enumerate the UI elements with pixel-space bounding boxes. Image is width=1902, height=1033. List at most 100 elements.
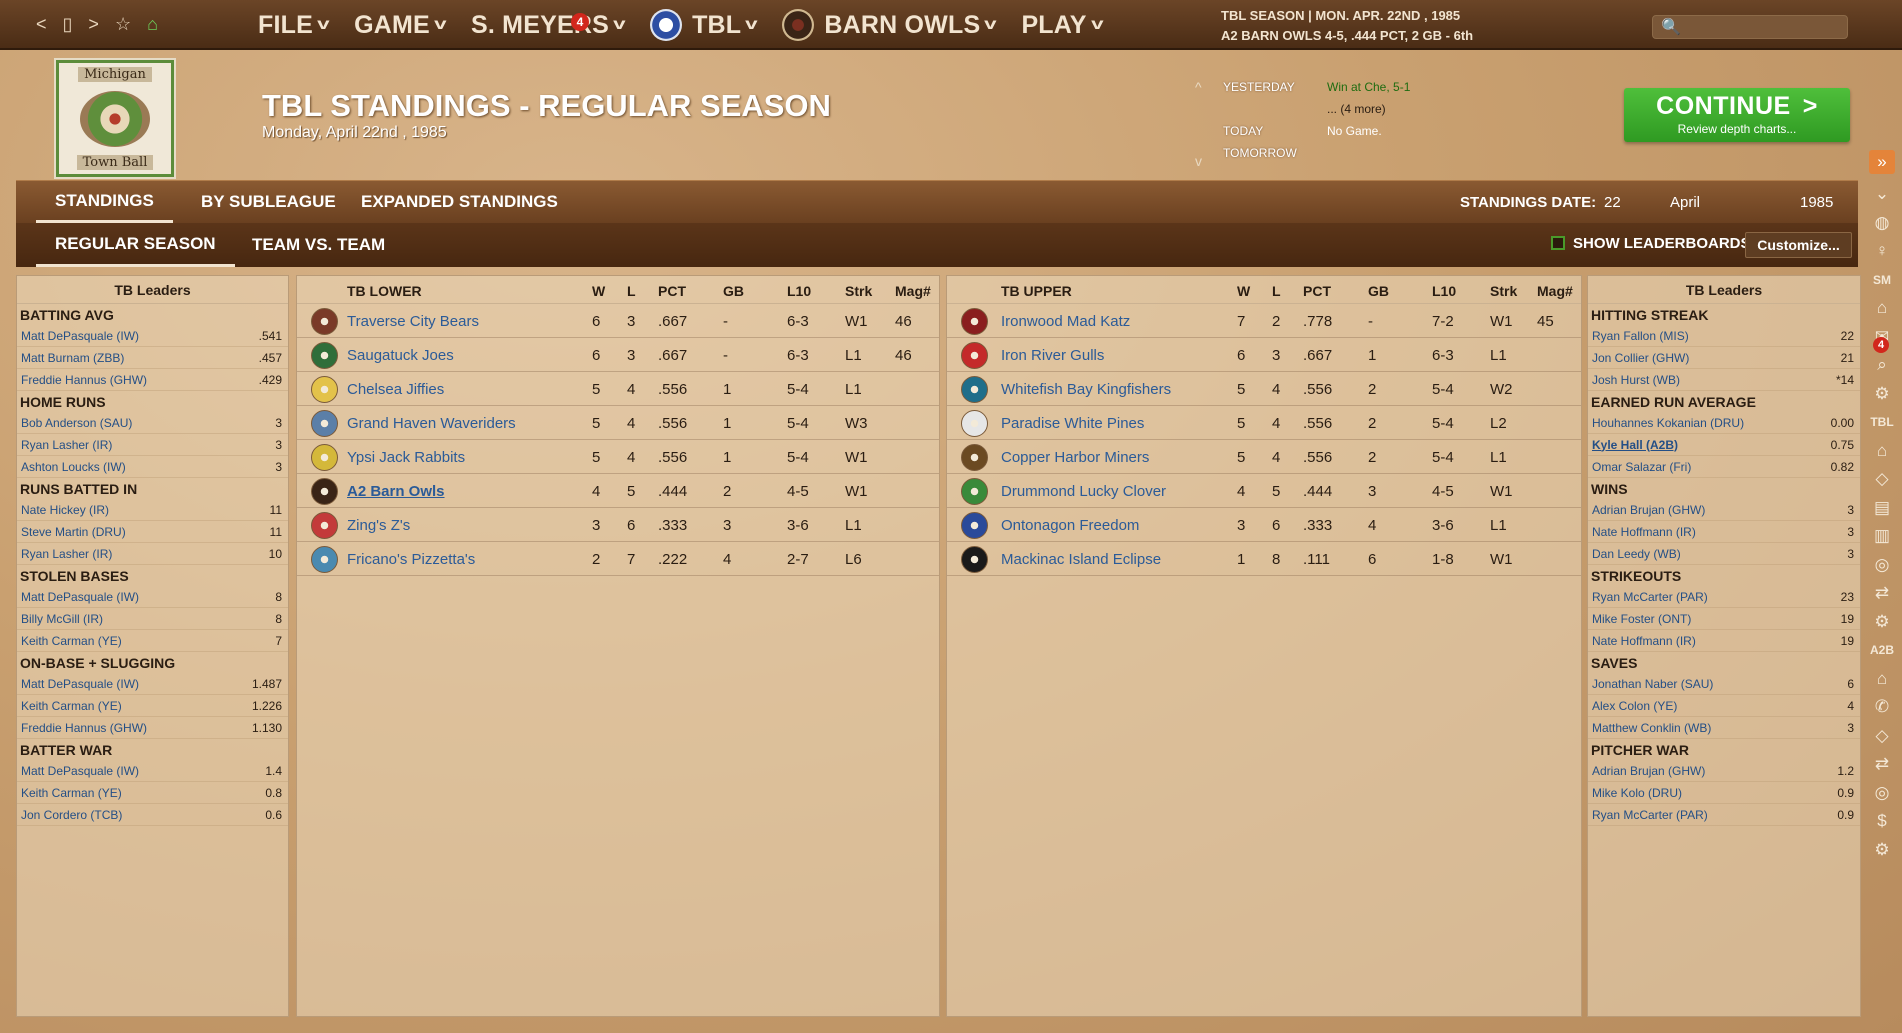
standings-date-day[interactable]: 22 xyxy=(1604,181,1621,224)
expand-icon[interactable]: » xyxy=(1869,150,1895,174)
leader-player-link[interactable]: Nate Hoffmann (IR) xyxy=(1592,634,1696,648)
leader-player-link[interactable]: Adrian Brujan (GHW) xyxy=(1592,764,1705,778)
team-name-link[interactable]: Mackinac Island Eclipse xyxy=(1001,551,1161,568)
continue-button[interactable]: CONTINUE > Review depth charts... xyxy=(1624,88,1850,142)
home-icon[interactable]: ⌂ xyxy=(147,14,158,35)
menu-play[interactable]: PLAY v xyxy=(1021,11,1103,40)
leader-player-link[interactable]: Bob Anderson (SAU) xyxy=(21,416,132,430)
leader-player-link[interactable]: Ryan McCarter (PAR) xyxy=(1592,590,1708,604)
menu-game[interactable]: GAME v xyxy=(354,11,446,40)
menu-league[interactable]: TBL v xyxy=(650,9,758,41)
standings-date-month[interactable]: April xyxy=(1670,181,1700,224)
leader-player-link[interactable]: Alex Colon (YE) xyxy=(1592,699,1677,713)
column-header-strk[interactable]: Strk xyxy=(845,283,872,299)
column-header-w[interactable]: W xyxy=(1237,283,1250,299)
leader-player-link[interactable]: Omar Salazar (Fri) xyxy=(1592,460,1691,474)
leader-player-link[interactable]: Keith Carman (YE) xyxy=(21,634,122,648)
diamond-icon[interactable]: ◇ xyxy=(1862,465,1902,494)
home-icon[interactable]: ⌂ xyxy=(1862,294,1902,323)
column-header-w[interactable]: W xyxy=(592,283,605,299)
team-name-link[interactable]: Ironwood Mad Katz xyxy=(1001,313,1130,330)
standings-date-year[interactable]: 1985 xyxy=(1800,181,1833,224)
back-icon[interactable]: < xyxy=(36,14,47,35)
column-header-mag[interactable]: Mag# xyxy=(895,283,931,299)
column-header-gb[interactable]: GB xyxy=(1368,283,1389,299)
team-name-link[interactable]: Grand Haven Waveriders xyxy=(347,415,516,432)
dollar-icon[interactable]: $ xyxy=(1862,807,1902,836)
team-name-link[interactable]: Paradise White Pines xyxy=(1001,415,1144,432)
yesterday-result[interactable]: Win at Che, 5-1 xyxy=(1327,76,1410,98)
leader-player-link[interactable]: Ashton Loucks (IW) xyxy=(21,460,126,474)
team-name-link[interactable]: Iron River Gulls xyxy=(1001,347,1104,364)
customize-button[interactable]: Customize... xyxy=(1745,232,1852,258)
leader-player-link[interactable]: Freddie Hannus (GHW) xyxy=(21,373,147,387)
column-header-mag[interactable]: Mag# xyxy=(1537,283,1573,299)
leader-player-link[interactable]: Jon Collier (GHW) xyxy=(1592,351,1689,365)
column-header-l[interactable]: L xyxy=(627,283,636,299)
column-header-l10[interactable]: L10 xyxy=(1432,283,1456,299)
column-header-l10[interactable]: L10 xyxy=(787,283,811,299)
transactions-icon[interactable]: ⇄ xyxy=(1862,579,1902,608)
home-icon[interactable]: ⌂ xyxy=(1862,665,1902,694)
transactions-icon[interactable]: ⇄ xyxy=(1862,750,1902,779)
leader-player-link[interactable]: Matt DePasquale (IW) xyxy=(21,677,139,691)
team-name-link[interactable]: Zing's Z's xyxy=(347,517,410,534)
column-header-strk[interactable]: Strk xyxy=(1490,283,1517,299)
phone-icon[interactable]: ✆ xyxy=(1862,693,1902,722)
leader-player-link[interactable]: Matt DePasquale (IW) xyxy=(21,590,139,604)
chevron-up-icon[interactable]: ^ xyxy=(1195,76,1202,98)
column-header-pct[interactable]: PCT xyxy=(1303,283,1331,299)
show-leaderboards-checkbox[interactable] xyxy=(1551,236,1565,250)
column-header-pct[interactable]: PCT xyxy=(658,283,686,299)
menu-team[interactable]: BARN OWLS v xyxy=(782,9,997,41)
leader-player-link[interactable]: Billy McGill (IR) xyxy=(21,612,103,626)
globe-icon[interactable]: ◍ xyxy=(1862,209,1902,238)
home-icon[interactable]: ⌂ xyxy=(1862,437,1902,466)
team-name-link[interactable]: Drummond Lucky Clover xyxy=(1001,483,1166,500)
leader-player-link[interactable]: Nate Hickey (IR) xyxy=(21,503,109,517)
leader-player-link[interactable]: Keith Carman (YE) xyxy=(21,786,122,800)
menu-manager[interactable]: S. MEYERS 4 v xyxy=(471,11,626,40)
baseball-icon[interactable]: ◎ xyxy=(1862,551,1902,580)
leader-player-link[interactable]: Ryan Lasher (IR) xyxy=(21,547,112,561)
gear-icon[interactable]: ⚙ xyxy=(1862,380,1902,409)
team-name-link[interactable]: Traverse City Bears xyxy=(347,313,479,330)
forward-icon[interactable]: > xyxy=(88,14,99,35)
leader-player-link[interactable]: Matthew Conklin (WB) xyxy=(1592,721,1711,735)
tab-expanded-standings[interactable]: EXPANDED STANDINGS xyxy=(361,181,558,223)
search-icon[interactable]: ⌕ xyxy=(1862,351,1902,380)
team-name-link[interactable]: A2 Barn Owls xyxy=(347,483,445,500)
leader-player-link[interactable]: Matt DePasquale (IW) xyxy=(21,329,139,343)
tab-team-vs-team[interactable]: TEAM VS. TEAM xyxy=(252,223,385,267)
leader-player-link[interactable]: Ryan Fallon (MIS) xyxy=(1592,329,1689,343)
leader-player-link[interactable]: Matt Burnam (ZBB) xyxy=(21,351,124,365)
leader-player-link[interactable]: Ryan McCarter (PAR) xyxy=(1592,808,1708,822)
tab-regular-season[interactable]: REGULAR SEASON xyxy=(36,223,235,267)
leader-player-link[interactable]: Mike Kolo (DRU) xyxy=(1592,786,1682,800)
stats-icon[interactable]: ▥ xyxy=(1862,522,1902,551)
leader-player-link[interactable]: Houhannes Kokanian (DRU) xyxy=(1592,416,1744,430)
team-name-link[interactable]: Copper Harbor Miners xyxy=(1001,449,1149,466)
gear-icon[interactable]: ⚙ xyxy=(1862,608,1902,637)
page-icon[interactable]: ▯ xyxy=(63,14,73,35)
leader-player-link[interactable]: Matt DePasquale (IW) xyxy=(21,764,139,778)
tab-standings[interactable]: STANDINGS xyxy=(36,181,173,223)
leader-player-link[interactable]: Dan Leedy (WB) xyxy=(1592,547,1681,561)
team-name-link[interactable]: Whitefish Bay Kingfishers xyxy=(1001,381,1171,398)
leader-player-link[interactable]: Steve Martin (DRU) xyxy=(21,525,126,539)
leader-player-link[interactable]: Jonathan Naber (SAU) xyxy=(1592,677,1713,691)
leader-player-link[interactable]: Freddie Hannus (GHW) xyxy=(21,721,147,735)
column-header-l[interactable]: L xyxy=(1272,283,1281,299)
team-name-link[interactable]: Chelsea Jiffies xyxy=(347,381,444,398)
leader-player-link[interactable]: Mike Foster (ONT) xyxy=(1592,612,1691,626)
leader-player-link[interactable]: Jon Cordero (TCB) xyxy=(21,808,122,822)
star-icon[interactable]: ☆ xyxy=(115,14,131,35)
team-name-link[interactable]: Ontonagon Freedom xyxy=(1001,517,1139,534)
leader-player-link[interactable]: Adrian Brujan (GHW) xyxy=(1592,503,1705,517)
leader-player-link[interactable]: Nate Hoffmann (IR) xyxy=(1592,525,1696,539)
search-input[interactable]: 🔍 xyxy=(1652,15,1848,39)
more-results[interactable]: ... (4 more) xyxy=(1327,98,1386,120)
tab-by-subleague[interactable]: BY SUBLEAGUE xyxy=(201,181,336,223)
team-name-link[interactable]: Fricano's Pizzetta's xyxy=(347,551,475,568)
lightbulb-icon[interactable]: ♀ xyxy=(1862,237,1902,266)
